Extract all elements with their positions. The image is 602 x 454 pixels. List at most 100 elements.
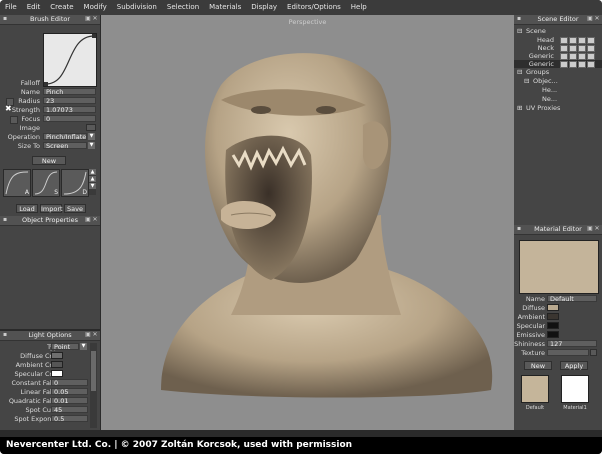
- texture-field[interactable]: [547, 349, 589, 356]
- panel-menu-icon[interactable]: ▪: [2, 332, 8, 338]
- shading-icon[interactable]: [578, 53, 586, 60]
- light-type-field[interactable]: Point: [51, 343, 79, 350]
- light-ambient-color-swatch[interactable]: [51, 361, 63, 368]
- strength-x-icon[interactable]: ✖: [5, 105, 12, 113]
- light-specular-color-swatch[interactable]: [51, 370, 63, 377]
- new-material-button[interactable]: New: [524, 361, 552, 370]
- scene-row[interactable]: Head: [514, 36, 602, 44]
- menu-item-file[interactable]: File: [0, 0, 22, 15]
- light-spot-cutoff-field[interactable]: 45: [51, 406, 88, 413]
- scene-row[interactable]: Generic: [514, 60, 602, 68]
- menu-item-edit[interactable]: Edit: [22, 0, 46, 15]
- preset-scroll-mid-icon[interactable]: ▲: [89, 176, 96, 182]
- group-object[interactable]: Objec...: [533, 77, 558, 85]
- strength-field[interactable]: 1.07073: [43, 106, 96, 113]
- lock-icon[interactable]: [569, 61, 577, 68]
- emissive-swatch[interactable]: [547, 331, 559, 338]
- lock-icon[interactable]: [569, 37, 577, 44]
- image-button[interactable]: [86, 124, 96, 131]
- light-options-scrollbar[interactable]: [90, 343, 97, 428]
- apply-material-button[interactable]: Apply: [560, 361, 588, 370]
- visibility-icon[interactable]: [560, 45, 568, 52]
- wire-icon[interactable]: [587, 61, 595, 68]
- focus-checkbox[interactable]: [10, 116, 18, 124]
- close-icon[interactable]: ✕: [594, 226, 600, 232]
- menu-item-help[interactable]: Help: [346, 0, 372, 15]
- operation-dropdown-icon[interactable]: ▼: [88, 133, 95, 140]
- brush-preset-s[interactable]: S: [32, 169, 60, 197]
- brush-preset-d[interactable]: D: [61, 169, 89, 197]
- size-to-select[interactable]: Screen: [43, 142, 87, 149]
- load-brush-button[interactable]: Load: [16, 204, 38, 213]
- close-icon[interactable]: ✕: [92, 217, 98, 223]
- size-to-dropdown-icon[interactable]: ▼: [88, 142, 95, 149]
- menu-item-create[interactable]: Create: [45, 0, 78, 15]
- panel-menu-icon[interactable]: ▪: [516, 16, 522, 22]
- close-icon[interactable]: ✕: [92, 16, 98, 22]
- preset-scroll-up-icon[interactable]: ▲: [89, 169, 96, 175]
- import-brush-button[interactable]: Import: [40, 204, 63, 213]
- shading-icon[interactable]: [578, 45, 586, 52]
- light-type-dropdown-icon[interactable]: ▼: [80, 343, 87, 350]
- lock-icon[interactable]: [569, 53, 577, 60]
- group-object-collapse-icon[interactable]: ⊟: [524, 77, 529, 85]
- material-name-field[interactable]: Default: [547, 295, 597, 302]
- lock-icon[interactable]: [569, 45, 577, 52]
- scene-root[interactable]: Scene: [526, 27, 546, 35]
- new-brush-button[interactable]: New: [32, 156, 66, 165]
- specular-swatch[interactable]: [547, 322, 559, 329]
- group-child-head[interactable]: He...: [542, 86, 557, 94]
- scene-row[interactable]: Neck: [514, 44, 602, 52]
- light-diffuse-color-swatch[interactable]: [51, 352, 63, 359]
- menu-item-subdivision[interactable]: Subdivision: [112, 0, 162, 15]
- operation-select[interactable]: Pinch/Inflate: [43, 133, 87, 140]
- menu-item-materials[interactable]: Materials: [204, 0, 246, 15]
- brush-preset-a[interactable]: A: [3, 169, 31, 197]
- save-brush-button[interactable]: Save: [64, 204, 86, 213]
- light-spot-exponent-field[interactable]: 0.5: [51, 415, 88, 422]
- panel-menu-icon[interactable]: ▪: [516, 226, 522, 232]
- menu-item-modify[interactable]: Modify: [79, 0, 112, 15]
- scene-row[interactable]: Generic: [514, 52, 602, 60]
- light-quadratic-falloff-field[interactable]: 0.01: [51, 397, 88, 404]
- scroll-thumb[interactable]: [91, 351, 96, 391]
- menu-item-display[interactable]: Display: [246, 0, 282, 15]
- panel-menu-icon[interactable]: ▪: [2, 217, 8, 223]
- light-linear-falloff-field[interactable]: 0.05: [51, 388, 88, 395]
- focus-field[interactable]: 0: [43, 115, 96, 122]
- ambient-swatch[interactable]: [547, 313, 559, 320]
- wire-icon[interactable]: [587, 53, 595, 60]
- uv-collapse-icon[interactable]: ⊞: [517, 104, 522, 112]
- radius-field[interactable]: 23: [43, 97, 96, 104]
- visibility-icon[interactable]: [560, 53, 568, 60]
- material-swatch[interactable]: Material1: [557, 375, 593, 423]
- close-icon[interactable]: ✕: [594, 16, 600, 22]
- dock-icon[interactable]: ▣: [85, 16, 91, 22]
- groups-label[interactable]: Groups: [526, 68, 549, 76]
- scene-collapse-icon[interactable]: ⊟: [517, 27, 522, 35]
- dock-icon[interactable]: ▣: [587, 16, 593, 22]
- preset-scrollbar[interactable]: ▲ ▲ ▼: [89, 169, 96, 195]
- shading-icon[interactable]: [578, 37, 586, 44]
- uv-proxies-label[interactable]: UV Proxies: [526, 104, 560, 112]
- preset-scroll-down-icon[interactable]: ▼: [89, 183, 96, 189]
- perspective-viewport[interactable]: Perspective: [101, 15, 514, 430]
- panel-menu-icon[interactable]: ▪: [2, 16, 8, 22]
- dock-icon[interactable]: ▣: [85, 217, 91, 223]
- material-swatch[interactable]: Default: [517, 375, 553, 423]
- dock-icon[interactable]: ▣: [587, 226, 593, 232]
- texture-browse-button[interactable]: [590, 349, 597, 356]
- groups-collapse-icon[interactable]: ⊟: [517, 68, 522, 76]
- shininess-field[interactable]: 127: [547, 340, 597, 347]
- wire-icon[interactable]: [587, 45, 595, 52]
- shading-icon[interactable]: [578, 61, 586, 68]
- menu-item-editors-options[interactable]: Editors/Options: [282, 0, 346, 15]
- dock-icon[interactable]: ▣: [85, 332, 91, 338]
- brush-name-field[interactable]: Pinch: [43, 88, 96, 95]
- group-child-neck[interactable]: Ne...: [542, 95, 557, 103]
- wire-icon[interactable]: [587, 37, 595, 44]
- light-constant-falloff-field[interactable]: 0: [51, 379, 88, 386]
- visibility-icon[interactable]: [560, 37, 568, 44]
- falloff-curve-editor[interactable]: [43, 33, 97, 87]
- diffuse-swatch[interactable]: [547, 304, 559, 311]
